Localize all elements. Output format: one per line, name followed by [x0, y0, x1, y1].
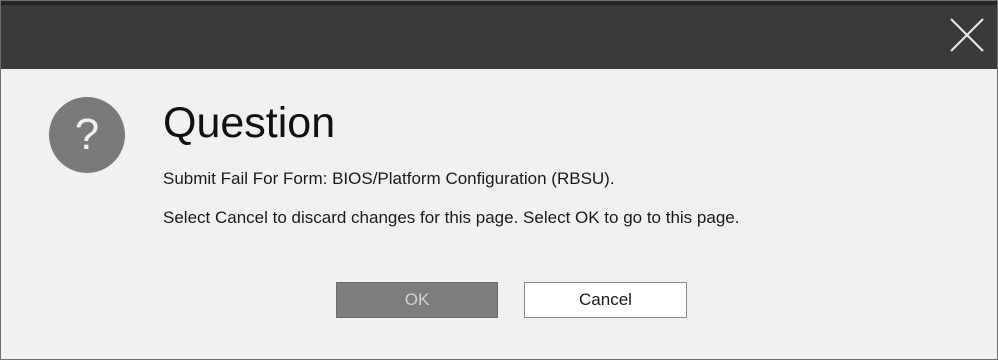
close-icon [950, 18, 984, 52]
message-line-2: Select Cancel to discard changes for thi… [163, 208, 740, 227]
message-line-1: Submit Fail For Form: BIOS/Platform Conf… [163, 169, 615, 188]
close-button[interactable] [947, 15, 987, 55]
titlebar-edge [1, 1, 997, 5]
question-mark-glyph: ? [74, 110, 100, 159]
ok-button[interactable]: OK [336, 282, 498, 318]
cancel-button[interactable]: Cancel [524, 282, 687, 318]
question-dialog: ? Question Submit Fail For Form: BIOS/Pl… [0, 0, 998, 360]
dialog-titlebar [1, 1, 997, 69]
dialog-title: Question [163, 99, 336, 147]
question-mark-icon: ? [49, 97, 125, 173]
